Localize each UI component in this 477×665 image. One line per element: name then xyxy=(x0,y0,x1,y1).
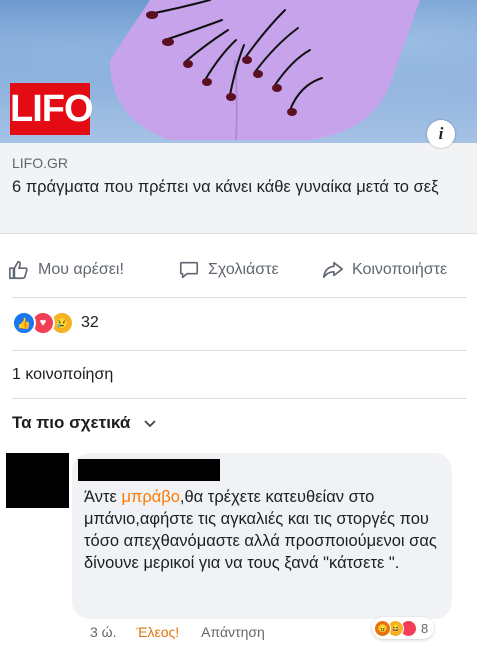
reactions-summary[interactable]: 👍 ♥ 😢 32 xyxy=(12,311,99,335)
divider xyxy=(12,350,467,351)
comment-icon xyxy=(179,261,199,279)
lifo-logo: LIFO xyxy=(10,83,94,135)
share-button[interactable]: Κοινοποιήστε xyxy=(322,252,447,288)
link-domain: LIFO.GR xyxy=(12,155,69,171)
chevron-down-icon xyxy=(144,415,156,431)
link-preview-image[interactable]: LIFO xyxy=(0,0,477,143)
comment-footer: 3 ώ. Έλεος! Απάντηση xyxy=(90,624,265,640)
thumbs-up-icon xyxy=(9,260,28,280)
comment-reactions[interactable]: 😠 😆 8 xyxy=(372,617,435,639)
commenter-name-redacted[interactable] xyxy=(78,459,220,481)
reply-button[interactable]: Απάντηση xyxy=(201,624,265,640)
post-action-bar: Μου αρέσει! Σχολιάστε Κοινοποιήστε xyxy=(0,252,477,288)
comment-label: Σχολιάστε xyxy=(208,261,279,278)
comment-sort-dropdown[interactable]: Τα πιο σχετικά xyxy=(12,413,156,433)
comment-text-start: Άντε xyxy=(84,488,122,506)
reaction-count: 32 xyxy=(81,314,99,331)
commenter-avatar-redacted[interactable] xyxy=(6,453,69,508)
link-title[interactable]: 6 πράγματα που πρέπει να κάνει κάθε γυνα… xyxy=(12,177,462,198)
divider xyxy=(12,297,467,298)
info-icon[interactable]: i xyxy=(427,120,455,148)
share-label: Κοινοποιήστε xyxy=(352,261,448,278)
divider xyxy=(12,398,467,399)
comment-react-button[interactable]: Έλεος! xyxy=(137,624,180,640)
like-label: Μου αρέσει! xyxy=(38,261,124,278)
link-preview-caption[interactable]: LIFO.GR 6 πράγματα που πρέπει να κάνει κ… xyxy=(0,143,477,234)
angry-icon: 😠 xyxy=(374,619,391,637)
comment-reaction-count: 8 xyxy=(421,620,429,636)
like-icon: 👍 xyxy=(12,311,36,335)
share-arrow-icon xyxy=(323,261,343,279)
share-count[interactable]: 1 κοινοποίηση xyxy=(12,366,113,384)
comment-bubble: Άντε μπράβο,θα τρέχετε κατευθείαν στο μπ… xyxy=(72,453,452,619)
comment-button[interactable]: Σχολιάστε xyxy=(178,252,279,288)
sort-label: Τα πιο σχετικά xyxy=(12,413,131,432)
comment-highlight: μπράβο xyxy=(121,488,180,506)
comment-timestamp[interactable]: 3 ώ. xyxy=(90,624,117,640)
like-button[interactable]: Μου αρέσει! xyxy=(8,252,124,288)
comment-text: Άντε μπράβο,θα τρέχετε κατευθείαν στο μπ… xyxy=(84,486,444,574)
